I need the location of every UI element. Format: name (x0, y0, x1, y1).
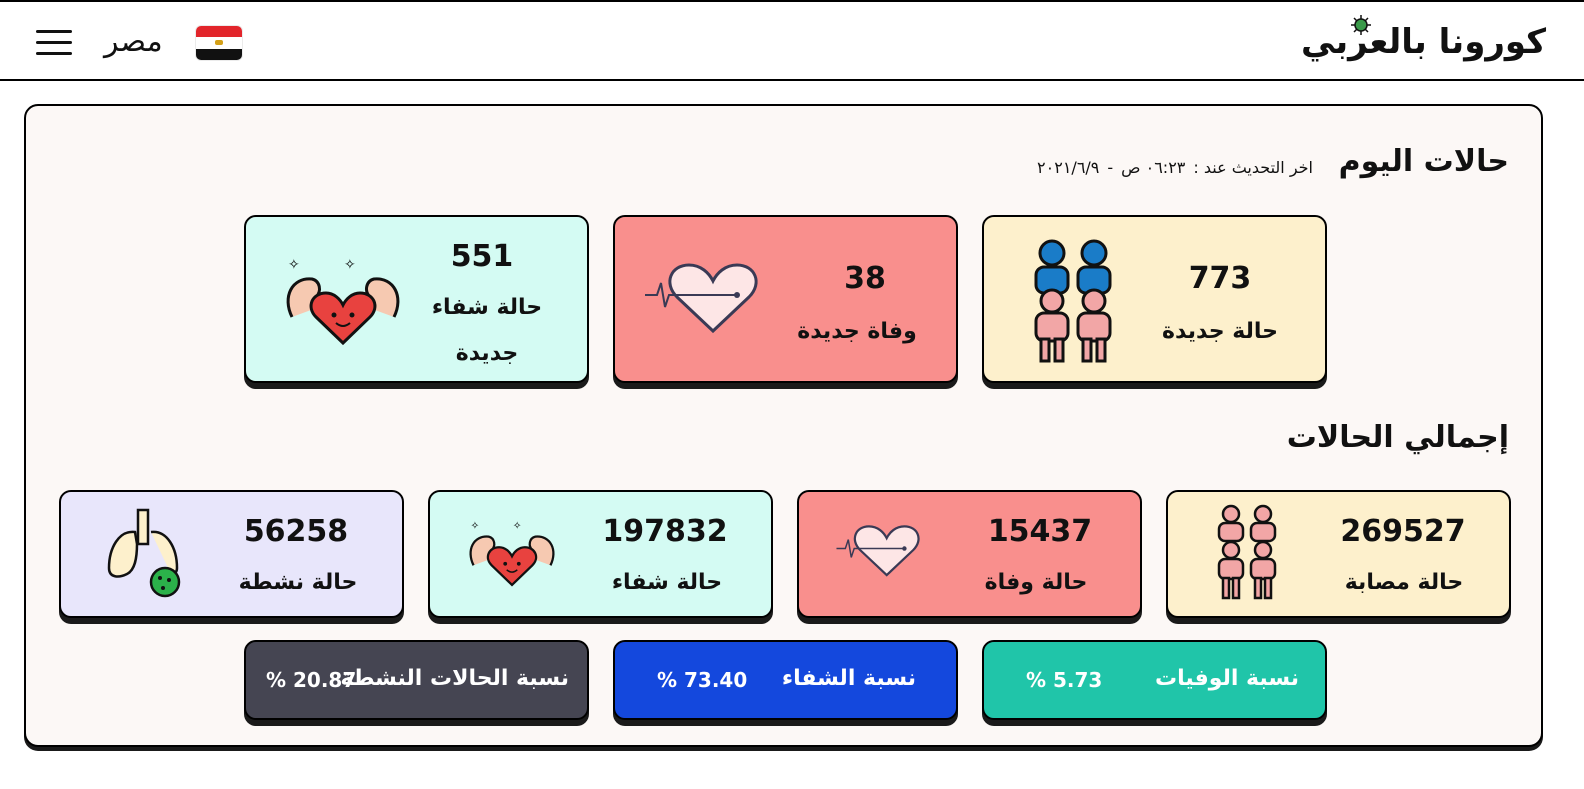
svg-text:✧: ✧ (471, 520, 480, 532)
hamburger-menu-icon[interactable] (36, 30, 72, 56)
update-time: ٠٦:٢٣ ص (1121, 158, 1186, 177)
site-logo[interactable]: كورونا بالعربي (1301, 22, 1546, 62)
total-active-value: 56258 (243, 514, 349, 549)
total-recovered-value: 197832 (602, 514, 728, 549)
new-recovered-label-line2: جديدة (455, 341, 519, 366)
heartbeat-line-icon (645, 263, 758, 334)
totals-title: إجمالي الحالات (1286, 420, 1509, 455)
lungs-virus-icon (107, 508, 181, 598)
today-title: حالات اليوم (1338, 144, 1509, 179)
strong-heart-icon: ✧ ✧ (469, 520, 555, 587)
stats-panel: حالات اليوم اخر التحديث عند : ٠٦:٢٣ ص - … (24, 104, 1543, 747)
new-recovered-card: 551 حالة شفاء جديدة ✧ ✧ (244, 215, 589, 383)
country-selector[interactable]: مصر (104, 24, 163, 59)
new-deaths-label: وفاة جديدة (797, 319, 917, 344)
recovery-ratio-label: نسبة الشفاء (781, 666, 916, 691)
new-deaths-card: 38 وفاة جديدة (613, 215, 958, 383)
total-recovered-card: 197832 حالة شفاء ✧ ✧ (428, 490, 773, 618)
new-cases-label: حالة جديدة (1162, 319, 1278, 344)
update-separator: - (1107, 158, 1114, 177)
deaths-ratio-value: % 5.73 (1026, 668, 1103, 692)
new-cases-value: 773 (1188, 261, 1252, 296)
total-infected-label: حالة مصابة (1344, 570, 1464, 595)
total-active-label: حالة نشطة (238, 570, 358, 595)
strong-heart-icon: ✧ ✧ (286, 257, 400, 346)
total-recovered-label: حالة شفاء (611, 570, 723, 595)
new-recovered-value: 551 (450, 239, 514, 274)
recovery-ratio-value: % 73.40 (657, 668, 748, 692)
total-active-card: 56258 حالة نشطة (59, 490, 404, 618)
top-navbar: مصر كورونا بالعربي (0, 0, 1584, 81)
svg-text:✧: ✧ (344, 257, 356, 273)
recovery-ratio-card: نسبة الشفاء % 73.40 (613, 640, 958, 720)
total-deaths-card: 15437 حالة وفاة (797, 490, 1142, 618)
active-ratio-card: نسبة الحالات النشطة % 20.87 (244, 640, 589, 720)
active-ratio-label: نسبة الحالات النشطة (340, 666, 569, 691)
svg-text:✧: ✧ (288, 257, 300, 273)
total-deaths-value: 15437 (987, 514, 1093, 549)
deaths-ratio-card: نسبة الوفيات % 5.73 (982, 640, 1327, 720)
svg-text:✧: ✧ (513, 520, 522, 532)
update-label: اخر التحديث عند : (1193, 158, 1313, 177)
deaths-ratio-label: نسبة الوفيات (1155, 666, 1299, 691)
active-ratio-value: % 20.87 (266, 668, 357, 692)
heartbeat-line-icon (836, 525, 920, 577)
total-infected-card: 269527 حالة مصابة (1166, 490, 1511, 618)
total-infected-value: 269527 (1340, 514, 1466, 549)
last-update: اخر التحديث عند : ٠٦:٢٣ ص - ٢٠٢١/٦/٩ (1037, 158, 1313, 177)
new-recovered-label: حالة شفاء (431, 295, 543, 320)
new-cases-card: 773 حالة جديدة (982, 215, 1327, 383)
update-date: ٢٠٢١/٦/٩ (1037, 158, 1100, 177)
people-group-icon (1034, 239, 1112, 363)
egypt-flag-icon[interactable] (196, 26, 242, 60)
total-deaths-label: حالة وفاة (984, 570, 1088, 595)
new-deaths-value: 38 (844, 261, 886, 296)
people-group-icon (1217, 504, 1277, 600)
